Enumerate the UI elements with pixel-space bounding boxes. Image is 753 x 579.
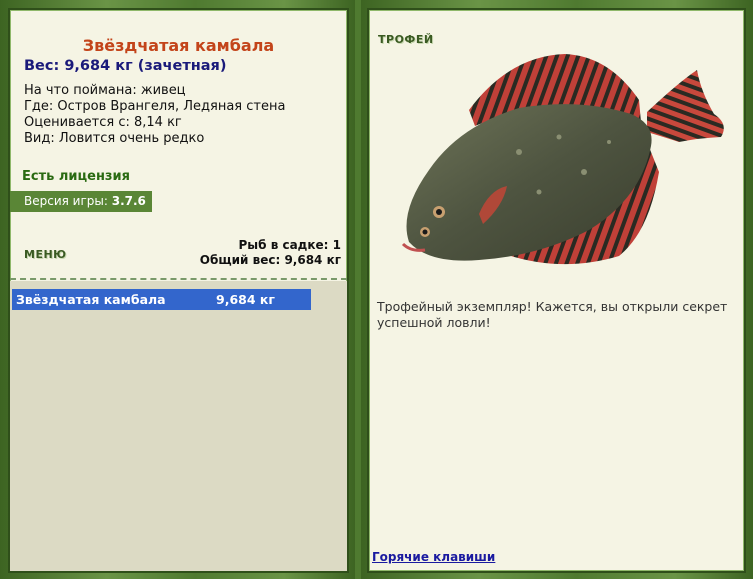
fish-name-title: Звёздчатая камбала: [82, 36, 275, 55]
keep-list-item[interactable]: Звёздчатая камбала 9,684 кг: [12, 289, 311, 310]
fish-weight: Вес: 9,684 кг (зачетная): [24, 58, 227, 74]
divider: [10, 278, 347, 280]
menu-button[interactable]: МЕНЮ: [24, 248, 67, 261]
hotkeys-link[interactable]: Горячие клавиши: [372, 550, 495, 564]
keep-summary: Рыб в садке: 1 Общий вес: 9,684 кг: [200, 238, 341, 268]
location-info: Где: Остров Врангеля, Ледяная стена: [24, 99, 286, 114]
keep-item-name: Звёздчатая камбала: [16, 292, 166, 307]
keep-count: Рыб в садке: 1: [238, 238, 342, 252]
trophy-panel: ТРОФЕЙ Трофейный экземпляр! Кажется, вы …: [367, 8, 746, 573]
version-label: Версия игры:: [24, 194, 108, 208]
keep-list: Звёздчатая камбала 9,684 кг: [10, 281, 347, 571]
version-bar: Версия игры: 3.7.6: [10, 191, 152, 212]
bait-info: На что поймана: живец: [24, 83, 186, 98]
version-value: 3.7.6: [111, 194, 146, 208]
license-status: Есть лицензия: [22, 169, 130, 184]
starry-flounder-icon: [401, 54, 724, 265]
keep-total-weight: Общий вес: 9,684 кг: [199, 253, 341, 267]
keep-item-weight: 9,684 кг: [216, 292, 275, 307]
trophy-message: Трофейный экземпляр! Кажется, вы открыли…: [377, 299, 728, 330]
fish-info-panel: Звёздчатая камбала Вес: 9,684 кг (зачетн…: [8, 8, 349, 573]
min-weight-info: Оценивается с: 8,14 кг: [24, 115, 182, 130]
rarity-info: Вид: Ловится очень редко: [24, 131, 205, 146]
